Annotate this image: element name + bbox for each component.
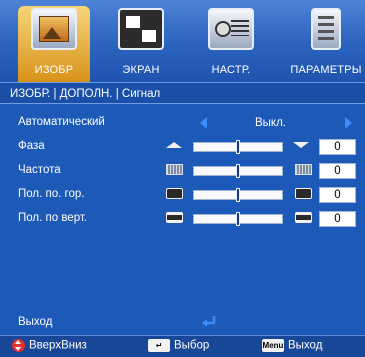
help-select-label: Выбор	[174, 339, 210, 352]
frequency-increase-icon	[295, 164, 312, 175]
v-position-label: Пол. по верт.	[18, 212, 88, 224]
arrow-left-icon[interactable]	[200, 117, 207, 129]
phase-decrease-icon	[166, 142, 182, 148]
menu-row-exit[interactable]: Выход	[0, 312, 365, 334]
exit-label: Выход	[18, 316, 53, 328]
options-icon	[311, 8, 341, 50]
menu-area: Автоматический Выкл. Фаза 0 Частота 0 По…	[0, 104, 365, 335]
v-position-value: 0	[319, 211, 356, 227]
enter-icon	[202, 316, 216, 327]
h-position-slider-thumb[interactable]	[236, 188, 240, 202]
tab-options[interactable]: ПАРАМЕТРЫ	[287, 6, 365, 82]
tab-options-label: ПАРАМЕТРЫ	[290, 64, 362, 76]
frequency-slider[interactable]	[193, 164, 283, 178]
tab-image[interactable]: ИЗОБР	[18, 6, 90, 82]
help-updown: ВверхВниз	[12, 339, 87, 352]
help-select: ↵ Выбор	[148, 339, 209, 352]
v-position-slider[interactable]	[193, 212, 283, 226]
phase-slider[interactable]	[193, 140, 283, 154]
help-exit-label: Выход	[288, 339, 323, 352]
h-position-right-icon	[295, 188, 312, 199]
menu-row-v-position[interactable]: Пол. по верт. 0	[0, 208, 365, 230]
tab-image-label: ИЗОБР	[34, 64, 74, 76]
phase-value: 0	[319, 139, 356, 155]
osd-menu: ИЗОБР ЭКРАН НАСТР. ПАРАМЕТРЫ ИЗОБР. | ДО…	[0, 0, 365, 357]
arrow-right-icon[interactable]	[345, 117, 352, 129]
frequency-label: Частота	[18, 164, 61, 176]
projector-settings-icon	[208, 8, 254, 50]
menu-key-icon: Menu	[262, 339, 284, 352]
screen-icon	[118, 8, 164, 50]
menu-row-phase[interactable]: Фаза 0	[0, 136, 365, 158]
h-position-slider[interactable]	[193, 188, 283, 202]
h-position-value: 0	[319, 187, 356, 203]
tab-settings[interactable]: НАСТР.	[195, 6, 267, 82]
help-exit: Menu Выход	[262, 339, 322, 352]
v-position-down-icon	[166, 212, 183, 223]
up-down-icon	[12, 339, 25, 352]
menu-row-frequency[interactable]: Частота 0	[0, 160, 365, 182]
h-position-label: Пол. по. гор.	[18, 188, 85, 200]
phase-increase-icon	[293, 142, 309, 148]
breadcrumb: ИЗОБР. | ДОПОЛН. | Сигнал	[0, 82, 365, 104]
help-bar: ВверхВниз ↵ Выбор Menu Выход	[0, 335, 365, 357]
tab-screen-label: ЭКРАН	[122, 64, 160, 76]
tab-settings-label: НАСТР.	[211, 64, 251, 76]
v-position-up-icon	[295, 212, 312, 223]
h-position-left-icon	[166, 188, 183, 199]
v-position-slider-thumb[interactable]	[236, 212, 240, 226]
menu-row-h-position[interactable]: Пол. по. гор. 0	[0, 184, 365, 206]
phase-slider-thumb[interactable]	[236, 140, 240, 154]
tab-bar: ИЗОБР ЭКРАН НАСТР. ПАРАМЕТРЫ	[0, 0, 365, 82]
frequency-decrease-icon	[166, 164, 183, 175]
tab-screen[interactable]: ЭКРАН	[105, 6, 177, 82]
frequency-value: 0	[319, 163, 356, 179]
phase-label: Фаза	[18, 140, 45, 152]
menu-row-automatic[interactable]: Автоматический Выкл.	[0, 112, 365, 134]
help-updown-label: ВверхВниз	[29, 339, 87, 352]
enter-key-icon: ↵	[148, 339, 170, 352]
frequency-slider-thumb[interactable]	[236, 164, 240, 178]
automatic-label: Автоматический	[18, 116, 105, 128]
image-icon	[31, 8, 77, 50]
automatic-value: Выкл.	[255, 117, 287, 129]
